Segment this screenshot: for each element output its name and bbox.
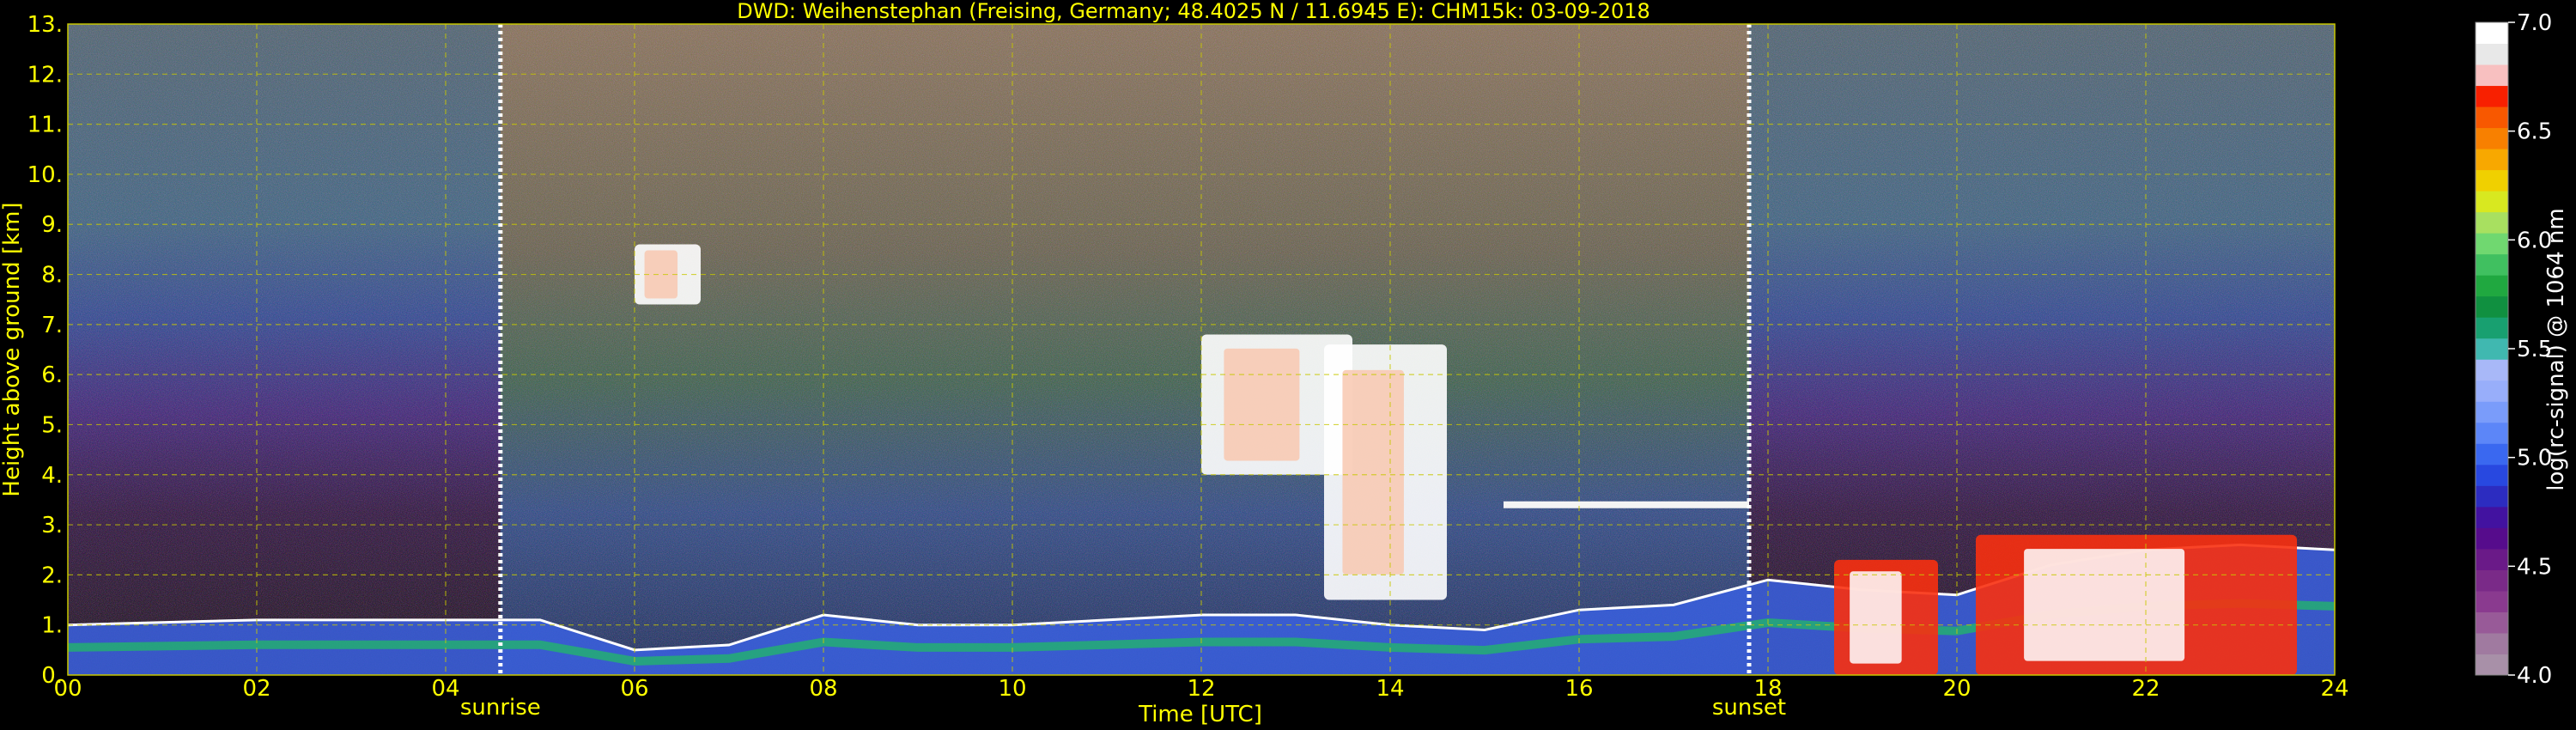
colorbar-band: [2476, 191, 2508, 213]
colorbar-band: [2476, 464, 2508, 486]
x-tick-label: 18: [1753, 676, 1782, 702]
y-tick-label: 0.: [41, 663, 63, 689]
colorbar-band: [2476, 233, 2508, 255]
colorbar-bands: [2476, 22, 2508, 676]
colorbar-band: [2476, 253, 2508, 276]
x-tick-label: 10: [998, 676, 1026, 702]
colorbar-label: log(rc-signal) @ 1064 nm: [2543, 208, 2569, 490]
colorbar-band: [2476, 401, 2508, 423]
colorbar-tick-label: 6.5: [2517, 119, 2552, 145]
y-tick-label: 7.: [41, 313, 63, 338]
colorbar-band: [2476, 506, 2508, 528]
x-tick-label: 02: [242, 676, 270, 702]
y-tick-label: 4.: [41, 463, 63, 489]
y-tick-label: 12.: [27, 62, 63, 88]
colorbar-band: [2476, 527, 2508, 550]
colorbar-tick-label: 4.5: [2517, 554, 2552, 580]
y-tick-label: 11.: [27, 113, 63, 138]
colorbar-band: [2476, 149, 2508, 171]
y-tick-label: 8.: [41, 263, 63, 289]
low-cloud-core: [2024, 549, 2185, 661]
y-tick-label: 1.: [41, 613, 63, 639]
y-tick-label: 5.: [41, 412, 63, 438]
low-cloud-core: [1850, 571, 1902, 664]
x-tick-label: 14: [1376, 676, 1404, 702]
colorbar: 4.04.55.05.56.06.57.0 log(rc-signal) @ 1…: [2475, 10, 2569, 689]
x-tick-label: 22: [2131, 676, 2160, 702]
colorbar-band: [2476, 443, 2508, 465]
colorbar-band: [2476, 590, 2508, 612]
x-tick-label: 06: [620, 676, 648, 702]
colorbar-band: [2476, 654, 2508, 676]
colorbar-band: [2476, 43, 2508, 65]
colorbar-tick-label: 4.0: [2517, 663, 2552, 689]
colorbar-band: [2476, 548, 2508, 570]
colorbar-band: [2476, 22, 2508, 45]
colorbar-band: [2476, 359, 2508, 381]
sunrise-label: sunrise: [460, 695, 541, 721]
x-tick-label: 16: [1564, 676, 1593, 702]
colorbar-band: [2476, 211, 2508, 234]
chart-title: DWD: Weihenstephan (Freising, Germany; 4…: [737, 0, 1650, 23]
colorbar-band: [2476, 127, 2508, 149]
cloud-layer: [1504, 501, 1749, 508]
colorbar-band: [2476, 275, 2508, 297]
colorbar-band: [2476, 632, 2508, 654]
y-tick-label: 9.: [41, 212, 63, 238]
y-tick-label: 13.: [27, 12, 63, 38]
chart-svg: sunrise sunset 00 02 04 06 08 10 12 14 16 18 20 22 24…: [0, 0, 2569, 727]
colorbar-band: [2476, 422, 2508, 444]
colorbar-band: [2476, 295, 2508, 318]
x-tick-label: 24: [2320, 676, 2348, 702]
colorbar-band: [2476, 64, 2508, 87]
y-tick-labels: 0. 1. 2. 3. 4. 5. 6. 7. 8. 9. 10. 11. 12. 13.: [27, 12, 63, 689]
colorbar-tick-label: 7.0: [2517, 10, 2552, 36]
cloud-core: [1342, 369, 1404, 575]
x-axis-label: Time [UTC]: [1138, 702, 1262, 727]
x-tick-labels: 00 02 04 06 08 10 12 14 16 18 20 22 24: [53, 676, 2348, 702]
x-tick-label: 04: [431, 676, 459, 702]
colorbar-band: [2476, 380, 2508, 402]
cloud-core: [1224, 348, 1300, 461]
colorbar-band: [2476, 85, 2508, 107]
colorbar-band: [2476, 485, 2508, 508]
colorbar-band: [2476, 569, 2508, 592]
x-tick-label: 20: [1942, 676, 1971, 702]
y-tick-label: 2.: [41, 563, 63, 588]
x-tick-label: 12: [1187, 676, 1215, 702]
colorbar-band: [2476, 611, 2508, 634]
colorbar-band: [2476, 317, 2508, 339]
x-tick-label: 08: [809, 676, 837, 702]
y-tick-label: 10.: [27, 162, 63, 188]
y-axis-label: Height above ground [km]: [0, 202, 25, 496]
y-tick-label: 6.: [41, 362, 63, 388]
colorbar-band: [2476, 106, 2508, 129]
y-tick-label: 3.: [41, 513, 63, 538]
colorbar-band: [2476, 338, 2508, 360]
colorbar-band: [2476, 169, 2508, 192]
